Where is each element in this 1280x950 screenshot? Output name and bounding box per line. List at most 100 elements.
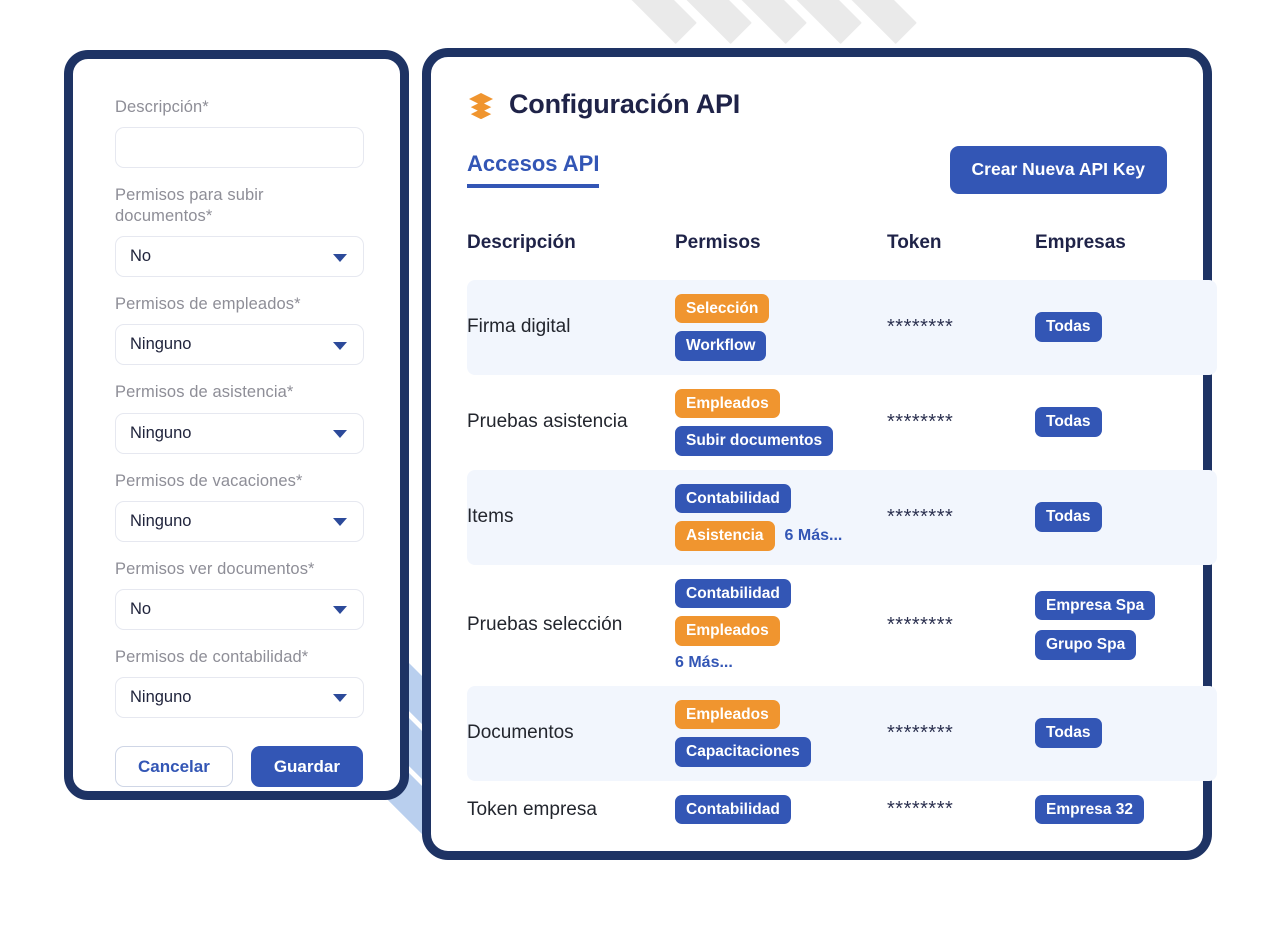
- cell-descripcion: Pruebas asistencia: [467, 411, 628, 433]
- cell-token: ********: [887, 469, 1035, 565]
- field-label: Permisos de empleados*: [115, 295, 301, 314]
- field-label: Permisos de vacaciones*: [115, 471, 303, 490]
- tab-accesos-api[interactable]: Accesos API: [467, 151, 600, 189]
- api-configuration-card: Configuración API Accesos API Crear Nuev…: [422, 48, 1217, 860]
- cell-permisos: Contabilidad: [675, 781, 887, 839]
- permission-badge: Empleados: [675, 699, 780, 729]
- select-value: No: [130, 599, 152, 618]
- badge-line: Capacitaciones: [675, 737, 811, 767]
- cell-descripcion: Items: [467, 469, 675, 565]
- company-badges: Todas: [1035, 312, 1217, 342]
- form-field-permisos-empleados: Permisos de empleados* Ninguno: [115, 294, 364, 366]
- company-badge: Empresa Spa: [1035, 590, 1156, 620]
- cell-descripcion: Firma digital: [467, 279, 675, 375]
- column-header-token: Token: [887, 231, 942, 253]
- permission-badge: Selección: [675, 293, 770, 323]
- permisos-asistencia-select[interactable]: Ninguno: [115, 412, 364, 454]
- tabs-and-actions: Accesos API Crear Nueva API Key: [467, 146, 1167, 194]
- api-key-form-card: Descripción* Permisos para subir documen…: [64, 50, 409, 800]
- cell-permisos: Contabilidad Empleados 6 Más...: [675, 565, 887, 686]
- cell-descripcion: Documentos: [467, 685, 675, 781]
- page-title: Configuración API: [509, 89, 741, 119]
- cell-permisos: Empleados Subir documentos: [675, 375, 887, 470]
- form-field-permisos-asistencia: Permisos de asistencia* Ninguno: [115, 382, 364, 454]
- form-field-permisos-vacaciones: Permisos de vacaciones* Ninguno: [115, 471, 364, 542]
- table-row[interactable]: Pruebas selección Contabilidad Empleados 6 …: [467, 565, 1217, 686]
- permission-badge: Empleados: [675, 616, 780, 646]
- table-body: Firma digital Selección Workflow ******** To…: [467, 279, 1217, 839]
- badge-line: Contabilidad: [675, 794, 791, 824]
- permission-badge: Asistencia: [675, 521, 775, 551]
- permission-badges: Empleados Capacitaciones: [675, 699, 887, 767]
- badge-line: Empleados: [675, 699, 780, 729]
- form-field-permisos-subir-documentos: Permisos para subir documentos* No: [115, 185, 364, 278]
- stripe-decoration: [590, 0, 697, 45]
- select-value: No: [130, 247, 152, 266]
- permisos-subir-documentos-select[interactable]: No: [115, 236, 364, 278]
- cell-token: ********: [887, 613, 954, 636]
- select-value: Ninguno: [130, 335, 192, 354]
- chevron-down-icon: [333, 694, 347, 703]
- stripe-decoration: [645, 0, 752, 45]
- badge-line: Selección: [675, 293, 770, 323]
- company-badge: Grupo Spa: [1035, 630, 1137, 660]
- cell-empresas: Todas: [1035, 685, 1217, 781]
- cell-permisos: Contabilidad Asistencia 6 Más...: [675, 469, 887, 565]
- cell-empresas: Empresa 32: [1035, 781, 1217, 839]
- permission-badge: Contabilidad: [675, 483, 791, 513]
- cell-empresas: Todas: [1035, 375, 1217, 470]
- badge-line: Contabilidad: [675, 578, 791, 608]
- permisos-contabilidad-select[interactable]: Ninguno: [115, 676, 364, 718]
- cell-empresas: Todas: [1035, 279, 1217, 375]
- save-button[interactable]: Guardar: [250, 745, 363, 787]
- company-badges: Empresa 32: [1035, 794, 1217, 824]
- more-permissions-link[interactable]: 6 Más...: [785, 527, 843, 545]
- select-value: Ninguno: [130, 423, 192, 442]
- badge-line: Subir documentos: [675, 426, 834, 456]
- table-row[interactable]: Documentos Empleados Capacitaciones *******…: [467, 685, 1217, 781]
- permisos-vacaciones-select[interactable]: Ninguno: [115, 500, 364, 542]
- select-value: Ninguno: [130, 511, 192, 530]
- permission-badge: Capacitaciones: [675, 737, 811, 767]
- table-row[interactable]: Firma digital Selección Workflow ******** To…: [467, 279, 1217, 375]
- chevron-down-icon: [333, 518, 347, 527]
- table-row[interactable]: Pruebas asistencia Empleados Subir documen…: [467, 375, 1217, 470]
- permission-badge: Workflow: [675, 331, 767, 361]
- chevron-down-icon: [333, 253, 347, 262]
- table-header-row: Descripción Permisos Token Empresas: [467, 232, 1217, 280]
- create-api-key-button[interactable]: Crear Nueva API Key: [949, 146, 1167, 194]
- permisos-empleados-select[interactable]: Ninguno: [115, 324, 364, 366]
- company-badge: Todas: [1035, 718, 1102, 748]
- table-row[interactable]: Token empresa Contabilidad ******** Empresa…: [467, 781, 1217, 839]
- cell-empresas: Todas: [1035, 469, 1217, 565]
- permission-badges: Contabilidad Empleados 6 Más...: [675, 578, 887, 672]
- cell-empresas: Empresa Spa Grupo Spa: [1035, 565, 1217, 686]
- permission-badges: Empleados Subir documentos: [675, 388, 887, 456]
- page-header: Configuración API: [467, 89, 1167, 120]
- cell-token: ********: [887, 410, 954, 433]
- chevron-down-icon: [333, 606, 347, 615]
- field-label: Permisos para subir documentos*: [115, 186, 264, 226]
- layer-stack-icon: [467, 91, 495, 119]
- form-field-permisos-contabilidad: Permisos de contabilidad* Ninguno: [115, 647, 364, 718]
- permission-badge: Empleados: [675, 388, 780, 418]
- more-permissions-link[interactable]: 6 Más...: [675, 654, 733, 672]
- field-label: Descripción*: [115, 98, 209, 116]
- permisos-ver-documentos-select[interactable]: No: [115, 588, 364, 630]
- company-badges: Todas: [1035, 407, 1217, 437]
- stripe-decoration: [755, 0, 862, 45]
- badge-line: Contabilidad: [675, 483, 791, 513]
- badge-line: Empleados: [675, 388, 780, 418]
- cell-permisos: Empleados Capacitaciones: [675, 685, 887, 781]
- badge-line: Workflow: [675, 331, 767, 361]
- table-row[interactable]: Items Contabilidad Asistencia 6 Más... *****…: [467, 469, 1217, 565]
- cancel-button[interactable]: Cancelar: [115, 745, 233, 787]
- permission-badge: Contabilidad: [675, 578, 791, 608]
- descripcion-input[interactable]: [115, 127, 364, 169]
- form-actions: Cancelar Guardar: [115, 745, 364, 787]
- table-header: Descripción Permisos Token Empresas: [467, 232, 1217, 280]
- company-badges: Todas: [1035, 718, 1217, 748]
- select-value: Ninguno: [130, 687, 192, 706]
- cell-token: ********: [887, 279, 1035, 375]
- field-label: Permisos de asistencia*: [115, 383, 294, 402]
